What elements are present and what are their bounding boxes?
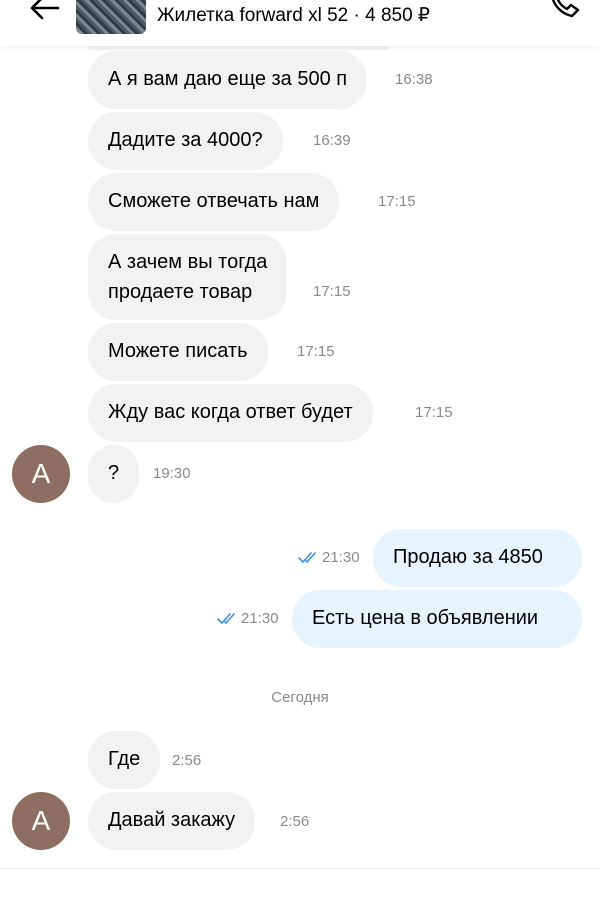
message-text: ? [108,462,120,484]
message-text: Давай закажу [108,809,236,831]
message-text: Жду вас когда ответ будет [108,401,353,423]
message-time: 2:56 [172,752,202,769]
message-text: Где [108,748,141,770]
message-time: 21:30 [322,549,360,566]
date-separator: Сегодня [271,689,329,706]
avatar-letter: А [31,458,51,489]
message-time: 17:15 [378,193,416,210]
message-bubble-incoming[interactable]: ? [88,445,140,503]
message-bubble-outgoing[interactable]: Продаю за 4850 [373,529,582,587]
bottom-bar [0,868,600,905]
message-text: Дадите за 4000? [108,129,263,151]
message-bubble-outgoing[interactable]: Есть цена в объявлении [292,590,582,648]
message-text-line: продаете товар [108,281,253,303]
message-text-line: А зачем вы тогда [108,251,268,273]
message-bubble-incoming[interactable]: Сможете отвечать нам [88,173,340,231]
message-bubble-incoming[interactable]: Где [88,731,161,789]
avatar[interactable]: А [12,792,70,850]
message-time: 19:30 [153,465,191,482]
message-bubble-incoming[interactable]: А я вам даю еще за 500 п [88,51,368,109]
message-bubble-incoming[interactable]: А зачем вы тогда продаете товар [88,234,288,320]
message-text: Сможете отвечать нам [108,190,320,212]
message-bubble-incoming[interactable]: Жду вас когда ответ будет [88,384,373,442]
message-bubble-incoming[interactable]: Дадите за 4000? [88,112,283,170]
item-title[interactable]: Жилетка forward xl 52 · 4 850 ₽ [157,4,430,27]
chat-header: Жилетка forward xl 52 · 4 850 ₽ [0,0,600,46]
message-text: А я вам даю еще за 500 п [108,68,348,90]
avatar-letter: А [31,805,51,836]
chat-area: А я вам даю еще за 500 п 16:38 Дадите за… [0,0,600,904]
double-check-icon [217,613,235,625]
message-time: 16:38 [395,71,433,88]
phone-icon[interactable] [546,0,586,20]
message-text: Есть цена в объявлении [312,607,539,629]
message-time: 16:39 [313,132,351,149]
message-time: 17:15 [415,404,453,421]
avatar[interactable]: А [12,445,70,503]
message-time: 17:15 [313,283,351,300]
message-time: 17:15 [297,343,335,360]
message-time: 21:30 [241,610,279,627]
back-arrow-icon[interactable] [22,0,62,20]
message-text: Продаю за 4850 [393,546,543,568]
message-bubble-incoming[interactable]: Можете писать [88,323,268,381]
message-bubble-incoming[interactable]: Давай закажу [88,792,256,850]
previous-message-edge [88,46,390,50]
message-text: Можете писать [108,340,248,362]
item-thumbnail[interactable] [76,0,146,34]
double-check-icon [298,552,316,564]
message-time: 2:56 [280,813,310,830]
